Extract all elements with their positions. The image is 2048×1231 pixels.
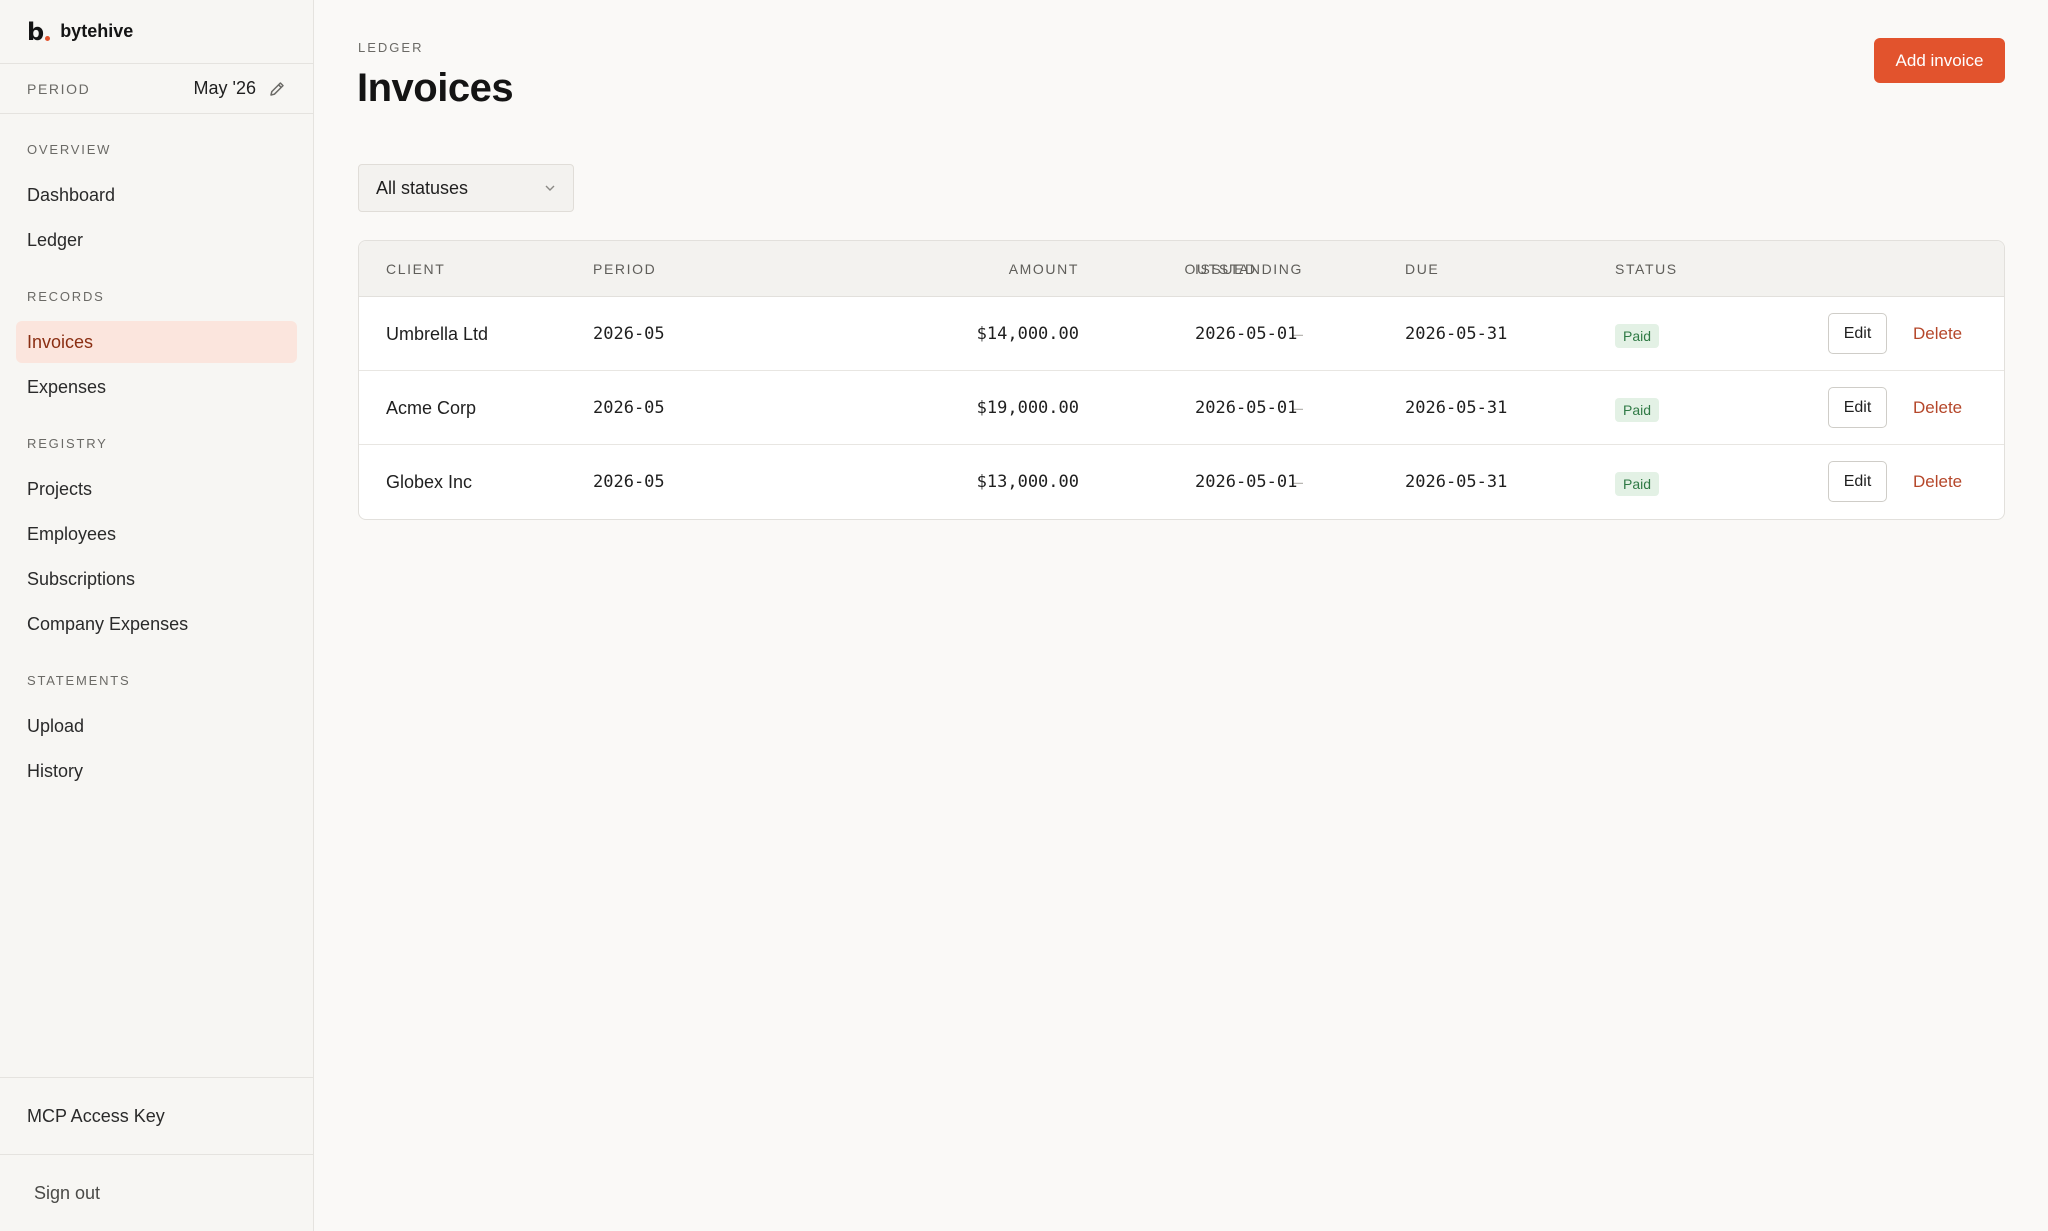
sidebar-item-upload[interactable]: Upload: [16, 705, 297, 747]
cell-due: 2026-05-31: [1405, 324, 1508, 344]
column-header-amount[interactable]: AMOUNT: [879, 241, 1079, 297]
sidebar-item-history[interactable]: History: [16, 750, 297, 792]
sidebar-item-company-expenses[interactable]: Company Expenses: [16, 603, 297, 645]
period-value-group[interactable]: May '26: [194, 78, 286, 99]
sidebar-footer: MCP Access Key Sign out: [0, 1077, 313, 1231]
sidebar-item-employees[interactable]: Employees: [16, 513, 297, 555]
nav-heading: RECORDS: [27, 289, 105, 304]
edit-button[interactable]: Edit: [1828, 313, 1887, 354]
edit-button[interactable]: Edit: [1828, 387, 1887, 428]
delete-button[interactable]: Delete: [1913, 371, 1962, 445]
page-title: Invoices: [357, 66, 514, 110]
brand[interactable]: b bytehive: [0, 0, 313, 64]
delete-button[interactable]: Delete: [1913, 297, 1962, 371]
column-header-issued[interactable]: ISSUED: [1195, 241, 1257, 297]
nav-heading: REGISTRY: [27, 436, 108, 451]
status-badge: Paid: [1615, 324, 1660, 348]
sign-out-button[interactable]: Sign out: [0, 1154, 313, 1231]
column-header-due[interactable]: DUE: [1405, 241, 1439, 297]
breadcrumb: LEDGER: [358, 40, 424, 55]
cell-client: Globex Inc: [386, 472, 473, 492]
period-label: PERIOD: [27, 80, 91, 97]
brand-name: bytehive: [60, 21, 134, 41]
sidebar: b bytehive PERIOD May '26 OVERVIEW Dashb…: [0, 0, 314, 1231]
table-row: Globex Inc 2026-05 $13,000.00 – 2026-05-…: [359, 445, 2004, 519]
status-badge: Paid: [1615, 398, 1660, 422]
status-filter-value: All statuses: [376, 177, 469, 198]
chevron-down-icon: [545, 185, 555, 191]
column-header-status[interactable]: STATUS: [1615, 241, 1678, 297]
status-badge: Paid: [1615, 472, 1660, 496]
cell-due: 2026-05-31: [1405, 472, 1508, 492]
nav-heading: STATEMENTS: [27, 673, 131, 688]
cell-client: Umbrella Ltd: [386, 324, 489, 344]
cell-period: 2026-05: [593, 398, 665, 418]
main-content: LEDGER Invoices Add invoice All statuses…: [314, 0, 2048, 1231]
sidebar-item-subscriptions[interactable]: Subscriptions: [16, 558, 297, 600]
cell-due: 2026-05-31: [1405, 398, 1508, 418]
table-row: Umbrella Ltd 2026-05 $14,000.00 – 2026-0…: [359, 297, 2004, 371]
cell-amount: $14,000.00: [976, 324, 1079, 344]
nav-section-overview: OVERVIEW Dashboard Ledger: [0, 140, 313, 261]
nav-section-records: RECORDS Invoices Expenses: [0, 287, 313, 408]
pencil-icon[interactable]: [268, 80, 286, 98]
cell-client: Acme Corp: [386, 398, 477, 418]
sidebar-item-expenses[interactable]: Expenses: [16, 366, 297, 408]
period-value: May '26: [193, 78, 256, 98]
app-window: b bytehive PERIOD May '26 OVERVIEW Dashb…: [0, 0, 2048, 1231]
status-filter-select[interactable]: All statuses: [358, 164, 574, 212]
sidebar-item-projects[interactable]: Projects: [16, 468, 297, 510]
nav-section-statements: STATEMENTS Upload History: [0, 671, 313, 792]
edit-button[interactable]: Edit: [1828, 461, 1887, 502]
column-header-outstanding[interactable]: OUTSTANDING: [1079, 241, 1303, 297]
invoices-table: CLIENT PERIOD AMOUNT OUTSTANDING ISSUED …: [358, 240, 2005, 520]
cell-issued: 2026-05-01: [1195, 398, 1298, 418]
cell-issued: 2026-05-01: [1195, 324, 1298, 344]
brand-logo-icon: b: [27, 20, 51, 44]
mcp-access-key-link[interactable]: MCP Access Key: [0, 1077, 313, 1154]
cell-amount: $13,000.00: [976, 472, 1079, 492]
sidebar-item-invoices[interactable]: Invoices: [16, 321, 297, 363]
add-invoice-button[interactable]: Add invoice: [1874, 38, 2005, 83]
sidebar-item-ledger[interactable]: Ledger: [16, 219, 297, 261]
column-header-period[interactable]: PERIOD: [593, 241, 656, 297]
nav-heading: OVERVIEW: [27, 142, 112, 157]
sidebar-item-dashboard[interactable]: Dashboard: [16, 174, 297, 216]
column-header-client[interactable]: CLIENT: [386, 241, 445, 297]
sidebar-nav: OVERVIEW Dashboard Ledger RECORDS Invoic…: [0, 114, 313, 792]
table-row: Acme Corp 2026-05 $19,000.00 – 2026-05-0…: [359, 371, 2004, 445]
table-header: CLIENT PERIOD AMOUNT OUTSTANDING ISSUED …: [359, 241, 2004, 297]
nav-section-registry: REGISTRY Projects Employees Subscription…: [0, 434, 313, 645]
cell-amount: $19,000.00: [976, 398, 1079, 418]
cell-period: 2026-05: [593, 324, 665, 344]
delete-button[interactable]: Delete: [1913, 445, 1962, 519]
period-selector: PERIOD May '26: [0, 64, 313, 114]
cell-period: 2026-05: [593, 472, 665, 492]
cell-issued: 2026-05-01: [1195, 472, 1298, 492]
